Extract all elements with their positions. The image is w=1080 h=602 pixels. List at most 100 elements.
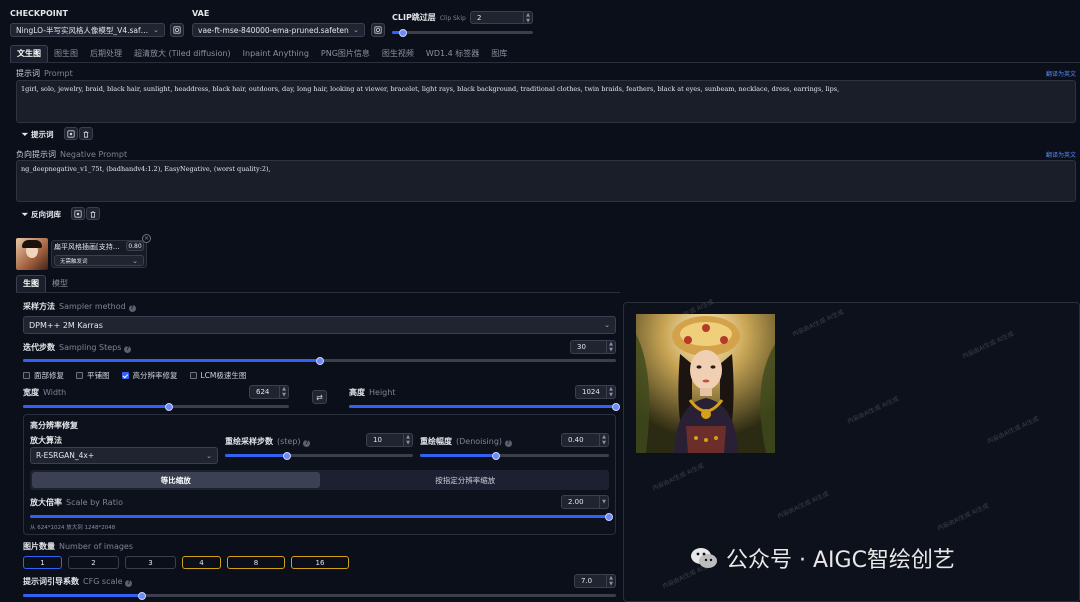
scale-slider[interactable]: [30, 512, 613, 521]
hires-steps-title: 重绘采样步数: [225, 437, 273, 446]
cfg-input[interactable]: 7.0 ▲ ▼: [574, 574, 616, 588]
checkbox-box: [23, 372, 30, 379]
steps-slider[interactable]: [23, 356, 616, 365]
refresh-checkpoint-button[interactable]: [170, 23, 184, 37]
denoise-input[interactable]: 0.40 ▲ ▼: [561, 433, 609, 447]
tab-wd14-tagger[interactable]: WD1.4 标签器: [420, 46, 485, 62]
slider-thumb[interactable]: [165, 402, 174, 411]
negative-sub: Negative Prompt: [60, 150, 128, 159]
prompt-library-toggle[interactable]: ⏷ 提示词: [22, 129, 54, 140]
tab-tiled-diffusion[interactable]: 超清放大 (Tiled diffusion): [128, 46, 237, 62]
tab-img2img[interactable]: 图生图: [48, 46, 84, 62]
stepper-icon[interactable]: ▲ ▼: [599, 434, 608, 446]
tab-gallery[interactable]: 图库: [485, 46, 513, 62]
tab-png-info[interactable]: PNG图片信息: [315, 46, 376, 62]
tab-img2video[interactable]: 图生视频: [376, 46, 420, 62]
batch-option-8[interactable]: 8: [227, 556, 285, 569]
batch-option-1[interactable]: 1: [23, 556, 62, 569]
checkbox-label: 高分辨率修复: [132, 371, 178, 380]
checkpoint-select[interactable]: NingLO-半写实风格人像模型_V4.safetensors ⌄: [10, 23, 165, 37]
negative-prompt-textarea[interactable]: ng_deepnegative_v1_75t, (badhandv4:1.2),…: [16, 160, 1076, 202]
help-icon[interactable]: ?: [303, 440, 311, 447]
slider-thumb[interactable]: [315, 356, 324, 365]
stepper-icon[interactable]: ▼: [599, 496, 608, 508]
caret-down-icon: ⏷: [22, 209, 28, 219]
refresh-icon: [173, 26, 181, 34]
height-slider[interactable]: [349, 402, 620, 411]
swap-dimensions-button[interactable]: ⇄: [312, 390, 327, 404]
height-value: 1024: [582, 388, 600, 396]
help-icon[interactable]: ?: [504, 440, 512, 447]
prompt-textarea[interactable]: 1girl, solo, jewelry, braid, black hair,…: [16, 80, 1076, 123]
tab-extras[interactable]: 后期处理: [84, 46, 128, 62]
scale-input[interactable]: 2.00 ▼: [561, 495, 609, 509]
checkbox-box: [76, 372, 83, 379]
wechat-account-name: 公众号 · AIGC智绘创艺: [726, 548, 955, 573]
batch-option-3[interactable]: 3: [125, 556, 176, 569]
clip-skip-slider[interactable]: [392, 28, 533, 37]
clip-skip-value: 2: [477, 13, 482, 22]
hires-title: 高分辨率修复: [30, 421, 78, 430]
help-icon[interactable]: ?: [125, 580, 133, 587]
cfg-slider[interactable]: [23, 591, 616, 600]
tab-model[interactable]: 模型: [46, 276, 74, 292]
stepper-icon[interactable]: ▲ ▼: [279, 386, 288, 398]
tab-inpaint-anything[interactable]: Inpaint Anything: [237, 46, 315, 62]
generated-image[interactable]: [636, 314, 775, 453]
batch-option-2[interactable]: 2: [68, 556, 119, 569]
stepper-icon[interactable]: ▲ ▼: [606, 341, 615, 353]
slider-thumb[interactable]: [283, 451, 292, 460]
slider-thumb[interactable]: [605, 512, 613, 521]
lora-remove-button[interactable]: ×: [142, 234, 151, 243]
lora-trigger-select[interactable]: 无需触发词 ⌄: [54, 255, 144, 266]
negative-library-toggle[interactable]: ⏷ 反向词库: [22, 209, 61, 220]
upscaler-select[interactable]: R-ESRGAN_4x+ ⌄: [30, 447, 218, 464]
height-input[interactable]: 1024 ▲ ▼: [575, 385, 616, 399]
help-icon[interactable]: ?: [128, 305, 136, 312]
tab-generate[interactable]: 生图: [16, 275, 46, 292]
face-restore-checkbox[interactable]: 面部修复: [23, 370, 64, 381]
batch-option-16[interactable]: 16: [291, 556, 349, 569]
clear-prompt-button[interactable]: [79, 127, 93, 140]
chevron-down-icon: ⌄: [604, 321, 610, 329]
help-icon[interactable]: ?: [124, 346, 132, 353]
lcm-checkbox[interactable]: LCM极速生图: [189, 370, 246, 381]
negative-translate-link[interactable]: 翻译为英文: [1046, 150, 1076, 159]
negative-library-label: 反向词库: [31, 210, 61, 219]
copy-prompt-button[interactable]: [64, 127, 78, 140]
tiling-checkbox[interactable]: 平铺图: [76, 370, 110, 381]
scale-to-resolution-button[interactable]: 按指定分辨率缩放: [322, 470, 610, 490]
copy-negative-button[interactable]: [71, 207, 85, 220]
stepper-icon[interactable]: ▲ ▼: [403, 434, 412, 446]
slider-thumb[interactable]: [137, 591, 146, 600]
vae-select[interactable]: vae-ft-mse-840000-ema-pruned.safetensors…: [192, 23, 365, 37]
clear-negative-button[interactable]: [86, 207, 100, 220]
refresh-icon: [374, 26, 382, 34]
sampler-select[interactable]: DPM++ 2M Karras ⌄: [23, 316, 616, 334]
slider-thumb[interactable]: [612, 402, 620, 411]
refresh-vae-button[interactable]: [371, 23, 385, 37]
tab-txt2img[interactable]: 文生图: [10, 45, 48, 62]
height-label: 高度 Height: [349, 387, 395, 398]
wechat-logo-icon: [691, 548, 717, 568]
slider-thumb[interactable]: [399, 28, 408, 37]
scale-by-ratio-button[interactable]: 等比缩放: [32, 472, 320, 488]
width-slider[interactable]: [23, 402, 289, 411]
slider-thumb[interactable]: [491, 451, 500, 460]
lora-weight-input[interactable]: 0.80: [126, 241, 144, 251]
hires-steps-slider[interactable]: [225, 451, 413, 460]
denoise-slider[interactable]: [420, 451, 609, 460]
prompt-translate-link[interactable]: 翻译为英文: [1046, 69, 1076, 78]
stepper-icon[interactable]: ▲ ▼: [523, 12, 532, 24]
cfg-value: 7.0: [581, 577, 593, 585]
clip-skip-input[interactable]: 2 ▲ ▼: [470, 11, 533, 24]
hires-steps-input[interactable]: 10 ▲ ▼: [366, 433, 413, 447]
batch-option-4[interactable]: 4: [182, 556, 221, 569]
lora-card[interactable]: 扁平风格插画[支持… 0.80 无需触发词 ⌄ ×: [16, 234, 151, 270]
stepper-icon[interactable]: ▲ ▼: [606, 575, 615, 587]
width-title: 宽度: [23, 388, 39, 397]
steps-input[interactable]: 30 ▲ ▼: [570, 340, 616, 354]
hires-fix-checkbox[interactable]: 高分辨率修复: [121, 370, 178, 381]
stepper-icon[interactable]: ▲ ▼: [606, 386, 615, 398]
width-input[interactable]: 624 ▲ ▼: [249, 385, 289, 399]
